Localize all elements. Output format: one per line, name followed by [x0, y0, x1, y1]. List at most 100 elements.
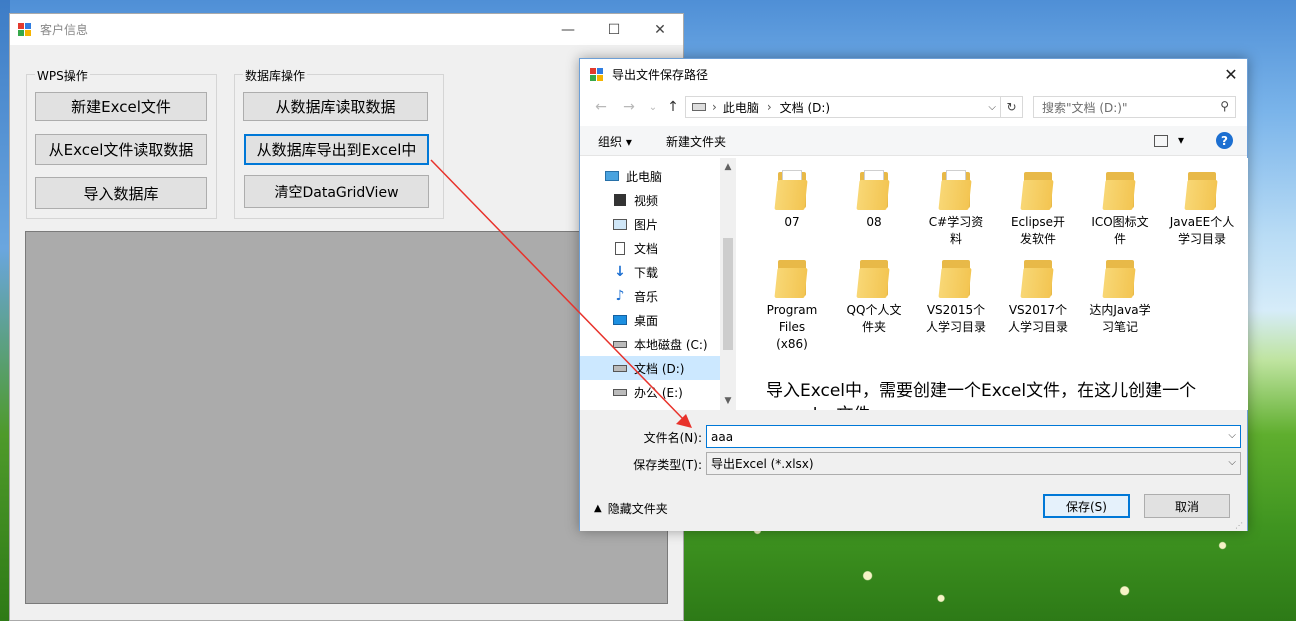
- folder-item[interactable]: 达内Java学习笔记: [1082, 246, 1158, 336]
- main-window-title: 客户信息: [40, 23, 89, 37]
- dialog-bottom-panel: 文件名(N): aaa ⌵ 保存类型(T): 导出Excel (*.xlsx) …: [580, 410, 1247, 531]
- tree-scrollbar[interactable]: ▲ ▼: [720, 158, 736, 410]
- address-segment-pc[interactable]: 此电脑: [723, 99, 759, 116]
- folder-icon: [856, 258, 890, 298]
- drive-icon: [612, 361, 628, 375]
- tree-item-desktop[interactable]: 桌面: [580, 308, 720, 332]
- address-bar[interactable]: › 此电脑 › 文档 (D:) ⌵ ↻: [685, 96, 1023, 118]
- hide-folders-toggle[interactable]: ▲ 隐藏文件夹: [594, 500, 668, 517]
- tree-item-drive-d[interactable]: 文档 (D:): [580, 356, 720, 380]
- filename-input[interactable]: aaa ⌵: [706, 425, 1241, 448]
- folder-label: 07: [784, 215, 800, 229]
- picture-icon: [612, 217, 628, 231]
- dialog-title-bar[interactable]: 导出文件保存路径: [580, 59, 1247, 90]
- maximize-button[interactable]: ☐: [591, 14, 637, 45]
- forward-arrow-icon[interactable]: →: [620, 97, 638, 117]
- folder-item[interactable]: JavaEE个人学习目录: [1164, 158, 1240, 248]
- folder-item[interactable]: Program Files (x86): [754, 246, 830, 353]
- organize-menu[interactable]: 组织 ▾: [598, 133, 632, 150]
- folder-item[interactable]: VS2015个人学习目录: [918, 246, 994, 336]
- folder-icon: [1020, 258, 1054, 298]
- folder-item[interactable]: C#学习资料: [918, 158, 994, 248]
- folder-label: C#学习资料: [928, 215, 984, 246]
- dialog-close-button[interactable]: ✕: [1215, 59, 1247, 90]
- video-icon: [612, 193, 628, 207]
- folder-label: Program Files (x86): [766, 303, 818, 351]
- folder-item[interactable]: ICO图标文件: [1082, 158, 1158, 248]
- tree-item-documents[interactable]: 文档: [580, 236, 720, 260]
- folder-item[interactable]: 07: [754, 158, 830, 231]
- address-dropdown-icon[interactable]: ⌵: [988, 102, 996, 113]
- address-separator: ›: [766, 100, 772, 114]
- cancel-button[interactable]: 取消: [1144, 494, 1230, 518]
- dialog-title: 导出文件保存路径: [612, 68, 709, 82]
- drive-icon: [612, 385, 628, 399]
- app-icon: [18, 22, 32, 37]
- wps-group-legend: WPS操作: [35, 67, 90, 84]
- folder-item[interactable]: VS2017个人学习目录: [1000, 246, 1076, 336]
- folder-item[interactable]: Eclipse开发软件: [1000, 158, 1076, 248]
- folder-item[interactable]: QQ个人文件夹: [836, 246, 912, 336]
- address-segment-drive[interactable]: 文档 (D:): [780, 99, 830, 116]
- folder-icon: [856, 170, 890, 210]
- folder-icon: [938, 170, 972, 210]
- folder-item[interactable]: 08: [836, 158, 912, 231]
- export-to-excel-button[interactable]: 从数据库导出到Excel中: [244, 134, 429, 165]
- read-excel-button[interactable]: 从Excel文件读取数据: [35, 134, 207, 165]
- folder-icon: [1102, 170, 1136, 210]
- drive-icon: [612, 337, 628, 351]
- folder-icon: [1102, 258, 1136, 298]
- filename-value: aaa: [711, 429, 734, 444]
- scroll-down-icon[interactable]: ▼: [720, 394, 736, 408]
- filetype-select[interactable]: 导出Excel (*.xlsx) ⌵: [706, 452, 1241, 475]
- navigation-tree: 此电脑 视频 图片 文档 ↓ 下载 ♪ 音乐 桌面 本地磁盘 (C:) 文档 (…: [580, 158, 720, 410]
- read-db-button[interactable]: 从数据库读取数据: [243, 92, 428, 121]
- file-list-pane: 07 08 C#学习资料 Eclipse开发软件 ICO图标文件 JavaEE个…: [738, 158, 1248, 410]
- main-title-bar[interactable]: 客户信息 — ☐ ✕: [10, 14, 683, 45]
- datagridview[interactable]: [25, 231, 668, 604]
- scroll-up-icon[interactable]: ▲: [720, 160, 736, 174]
- tree-label: 下载: [634, 265, 659, 280]
- tree-item-drive-e[interactable]: 办公 (E:): [580, 380, 720, 404]
- save-button[interactable]: 保存(S): [1043, 494, 1130, 518]
- dialog-app-icon: [590, 67, 604, 82]
- up-arrow-icon[interactable]: ↑: [664, 97, 682, 117]
- back-arrow-icon[interactable]: ←: [592, 97, 610, 117]
- new-folder-button[interactable]: 新建文件夹: [666, 133, 726, 150]
- tree-item-music[interactable]: ♪ 音乐: [580, 284, 720, 308]
- search-placeholder: 搜索"文档 (D:)": [1042, 100, 1128, 115]
- view-dropdown-icon[interactable]: ▾: [1178, 133, 1184, 147]
- search-input[interactable]: 搜索"文档 (D:)" ⚲: [1033, 96, 1236, 118]
- filename-label: 文件名(N):: [643, 431, 702, 445]
- hide-folders-label: 隐藏文件夹: [607, 502, 668, 516]
- document-icon: [612, 241, 628, 255]
- chevron-down-icon[interactable]: ⌵: [1228, 430, 1236, 441]
- address-separator: ›: [712, 100, 717, 114]
- chevron-down-icon[interactable]: ⌵: [1228, 457, 1236, 468]
- folder-icon: [1184, 170, 1218, 210]
- tree-item-pictures[interactable]: 图片: [580, 212, 720, 236]
- import-db-button[interactable]: 导入数据库: [35, 177, 207, 209]
- recent-locations-icon[interactable]: ⌄: [644, 97, 662, 117]
- refresh-icon[interactable]: ↻: [1000, 97, 1022, 117]
- close-button[interactable]: ✕: [637, 14, 683, 45]
- view-options-icon[interactable]: [1154, 135, 1168, 147]
- clear-datagridview-button[interactable]: 清空DataGridView: [244, 175, 429, 208]
- new-excel-button[interactable]: 新建Excel文件: [35, 92, 207, 121]
- folder-label: Eclipse开发软件: [1010, 215, 1066, 246]
- tree-label: 办公 (E:): [634, 385, 683, 400]
- db-group-legend: 数据库操作: [243, 67, 308, 84]
- tree-item-videos[interactable]: 视频: [580, 188, 720, 212]
- tree-item-drive-c[interactable]: 本地磁盘 (C:): [580, 332, 720, 356]
- drive-path-icon: [692, 103, 706, 111]
- folder-label: JavaEE个人学习目录: [1169, 215, 1235, 246]
- scroll-thumb[interactable]: [723, 238, 733, 350]
- tree-label: 文档: [634, 241, 659, 256]
- filetype-label: 保存类型(T):: [633, 458, 702, 472]
- tree-item-downloads[interactable]: ↓ 下载: [580, 260, 720, 284]
- tree-item-this-pc[interactable]: 此电脑: [580, 164, 720, 188]
- minimize-button[interactable]: —: [545, 14, 591, 45]
- resize-grip-icon[interactable]: ⋰: [1235, 521, 1243, 530]
- computer-icon: [604, 169, 620, 183]
- help-icon[interactable]: ?: [1216, 132, 1233, 149]
